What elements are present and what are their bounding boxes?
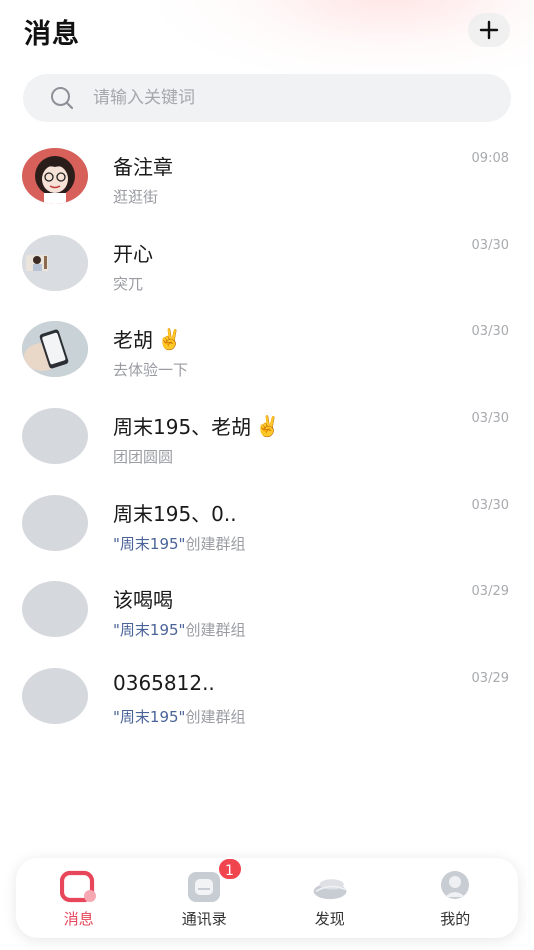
tab-label: 消息 — [63, 910, 94, 928]
last-message-text: 去体验一下 — [113, 361, 189, 380]
group-creator-quote: "周末195" — [113, 621, 186, 640]
victory-hand-emoji: ✌️ — [157, 326, 182, 351]
message-time: 03/30 — [471, 237, 509, 253]
avatar[interactable] — [22, 321, 88, 378]
tab-label: 通讯录 — [181, 910, 227, 928]
tab-label: 发现 — [314, 910, 345, 928]
conversation-name: 周末195、老胡 ✌️ — [113, 411, 280, 440]
search-bar[interactable] — [23, 74, 511, 122]
bottom-tab-bar: 消息 通讯录 1 发现 我的 — [16, 857, 519, 938]
conversation-name-text: 周末195、0.. — [113, 501, 237, 526]
profile-icon — [441, 871, 470, 899]
conversation-name: 0365812.. — [113, 671, 215, 695]
conversation-name: 开心 — [113, 238, 153, 267]
victory-hand-emoji: ✌️ — [255, 413, 281, 438]
tab-label: 我的 — [440, 910, 471, 928]
message-time: 03/30 — [471, 497, 509, 513]
last-message-text: 创建群组 — [185, 708, 246, 727]
last-message-preview: 团团圆圆 — [113, 446, 173, 467]
message-time: 03/29 — [471, 671, 509, 687]
group-creator-quote: "周末195" — [113, 708, 186, 727]
message-icon — [59, 870, 96, 903]
conversation-name-text: 周末195、老胡 — [113, 415, 252, 440]
message-time: 03/29 — [471, 584, 509, 600]
conversation-row[interactable]: 周末195、老胡 ✌️ 团团圆圆 03/30 — [0, 392, 534, 479]
search-icon — [51, 87, 74, 110]
avatar[interactable] — [22, 494, 88, 551]
last-message-preview: "周末195"创建群组 — [113, 533, 245, 554]
last-message-preview: 突兀 — [113, 273, 143, 294]
contacts-badge: 1 — [216, 857, 243, 881]
conversation-name-text: 该喝喝 — [113, 588, 173, 613]
last-message-preview: "周末195"创建群组 — [113, 706, 245, 727]
contacts-icon — [188, 872, 221, 902]
messages-screen: 消息 备注章逛逛街09:08开心突兀03/30老胡✌️去体验一下03/30周末1… — [0, 0, 534, 950]
conversation-row[interactable]: 备注章逛逛街 09:08 — [0, 132, 534, 219]
last-message-preview: 逛逛街 — [113, 186, 158, 207]
tab-profile[interactable]: 我的 — [393, 858, 519, 938]
page-title: 消息 — [24, 19, 80, 50]
last-message-preview: "周末195"创建群组 — [113, 619, 245, 640]
conversation-row[interactable]: 0365812.. "周末195"创建群组 03/29 — [0, 652, 534, 739]
last-message-text: 创建群组 — [185, 534, 246, 553]
conversation-name-text: 老胡 — [113, 328, 153, 353]
conversation-name: 周末195、0.. — [113, 498, 237, 527]
last-message-text: 创建群组 — [185, 621, 246, 640]
tab-discover[interactable]: 发现 — [267, 858, 393, 938]
conversation-name-text: 备注章 — [113, 155, 173, 179]
conversation-row[interactable]: 老胡 ✌️ 去体验一下 03/30 — [0, 305, 534, 392]
conversation-name-text: 开心 — [113, 241, 153, 266]
conversation-list: 备注章 逛逛街 09:08 开心 突兀 03/30 老胡 ✌️ 去体验一下 03/30 周末195、… — [0, 132, 534, 739]
tab-messages[interactable]: 消息 — [16, 858, 142, 938]
avatar[interactable] — [22, 581, 88, 638]
conversation-row[interactable]: 开心突兀 03/30 — [0, 219, 534, 306]
conversation-row[interactable]: 周末195、0.. "周末195"创建群组 03/30 — [0, 479, 534, 566]
message-time: 03/30 — [471, 411, 509, 427]
conversation-name: 老胡 ✌️ — [113, 324, 182, 353]
last-message-text: 突兀 — [113, 274, 144, 293]
group-creator-quote: "周末195" — [113, 534, 186, 553]
last-message-preview: 去体验一下 — [113, 359, 188, 380]
conversation-name: 备注章 — [113, 151, 173, 180]
plus-icon — [479, 20, 499, 40]
message-time: 03/30 — [471, 324, 509, 340]
conversation-name-text: 0365812.. — [113, 671, 215, 696]
conversation-row[interactable]: 该喝喝 "周末195"创建群组 03/29 — [0, 565, 534, 652]
last-message-text: 逛逛街 — [113, 188, 159, 206]
discover-icon — [313, 879, 347, 900]
avatar[interactable] — [22, 148, 88, 204]
last-message-text: 团团圆圆 — [113, 448, 174, 467]
tab-contacts[interactable]: 通讯录 1 — [142, 857, 268, 938]
add-button[interactable] — [468, 13, 510, 47]
conversation-name: 该喝喝 — [113, 584, 173, 613]
search-input[interactable] — [93, 88, 473, 108]
avatar[interactable] — [22, 408, 88, 465]
message-time: 09:08 — [471, 151, 509, 166]
avatar[interactable] — [22, 668, 88, 725]
header: 消息 — [0, 0, 534, 64]
avatar[interactable] — [22, 234, 88, 291]
